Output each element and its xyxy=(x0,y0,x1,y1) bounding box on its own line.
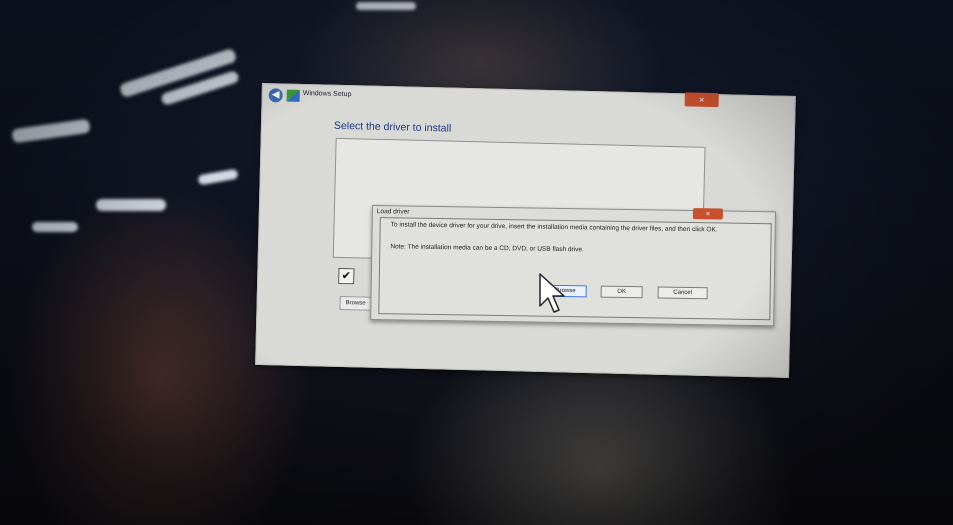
hide-incompatible-checkbox[interactable]: ✔ xyxy=(338,267,355,285)
back-arrow-icon[interactable]: ◀ xyxy=(268,88,283,103)
dialog-title: Load driver xyxy=(376,208,410,216)
mouse-pointer-icon xyxy=(539,273,565,313)
dialog-note: Note: The installation media can be a CD… xyxy=(390,243,584,254)
dialog-close-button[interactable]: × xyxy=(692,208,723,220)
ceiling-light xyxy=(356,2,416,10)
ceiling-light xyxy=(96,199,166,211)
close-button[interactable]: × xyxy=(684,92,719,108)
browse-button-partial[interactable]: Browse xyxy=(339,295,372,311)
dialog-body: To install the device driver for your dr… xyxy=(378,217,772,321)
ceiling-light xyxy=(32,222,78,232)
window-title: Windows Setup xyxy=(302,89,352,99)
ok-button[interactable]: OK xyxy=(600,285,643,299)
dialog-message: To install the device driver for your dr… xyxy=(390,221,718,234)
load-driver-dialog: Load driver × To install the device driv… xyxy=(370,205,776,327)
windows-setup-icon xyxy=(286,89,300,102)
cancel-button[interactable]: Cancel xyxy=(657,286,708,300)
page-title: Select the driver to install xyxy=(333,119,452,135)
